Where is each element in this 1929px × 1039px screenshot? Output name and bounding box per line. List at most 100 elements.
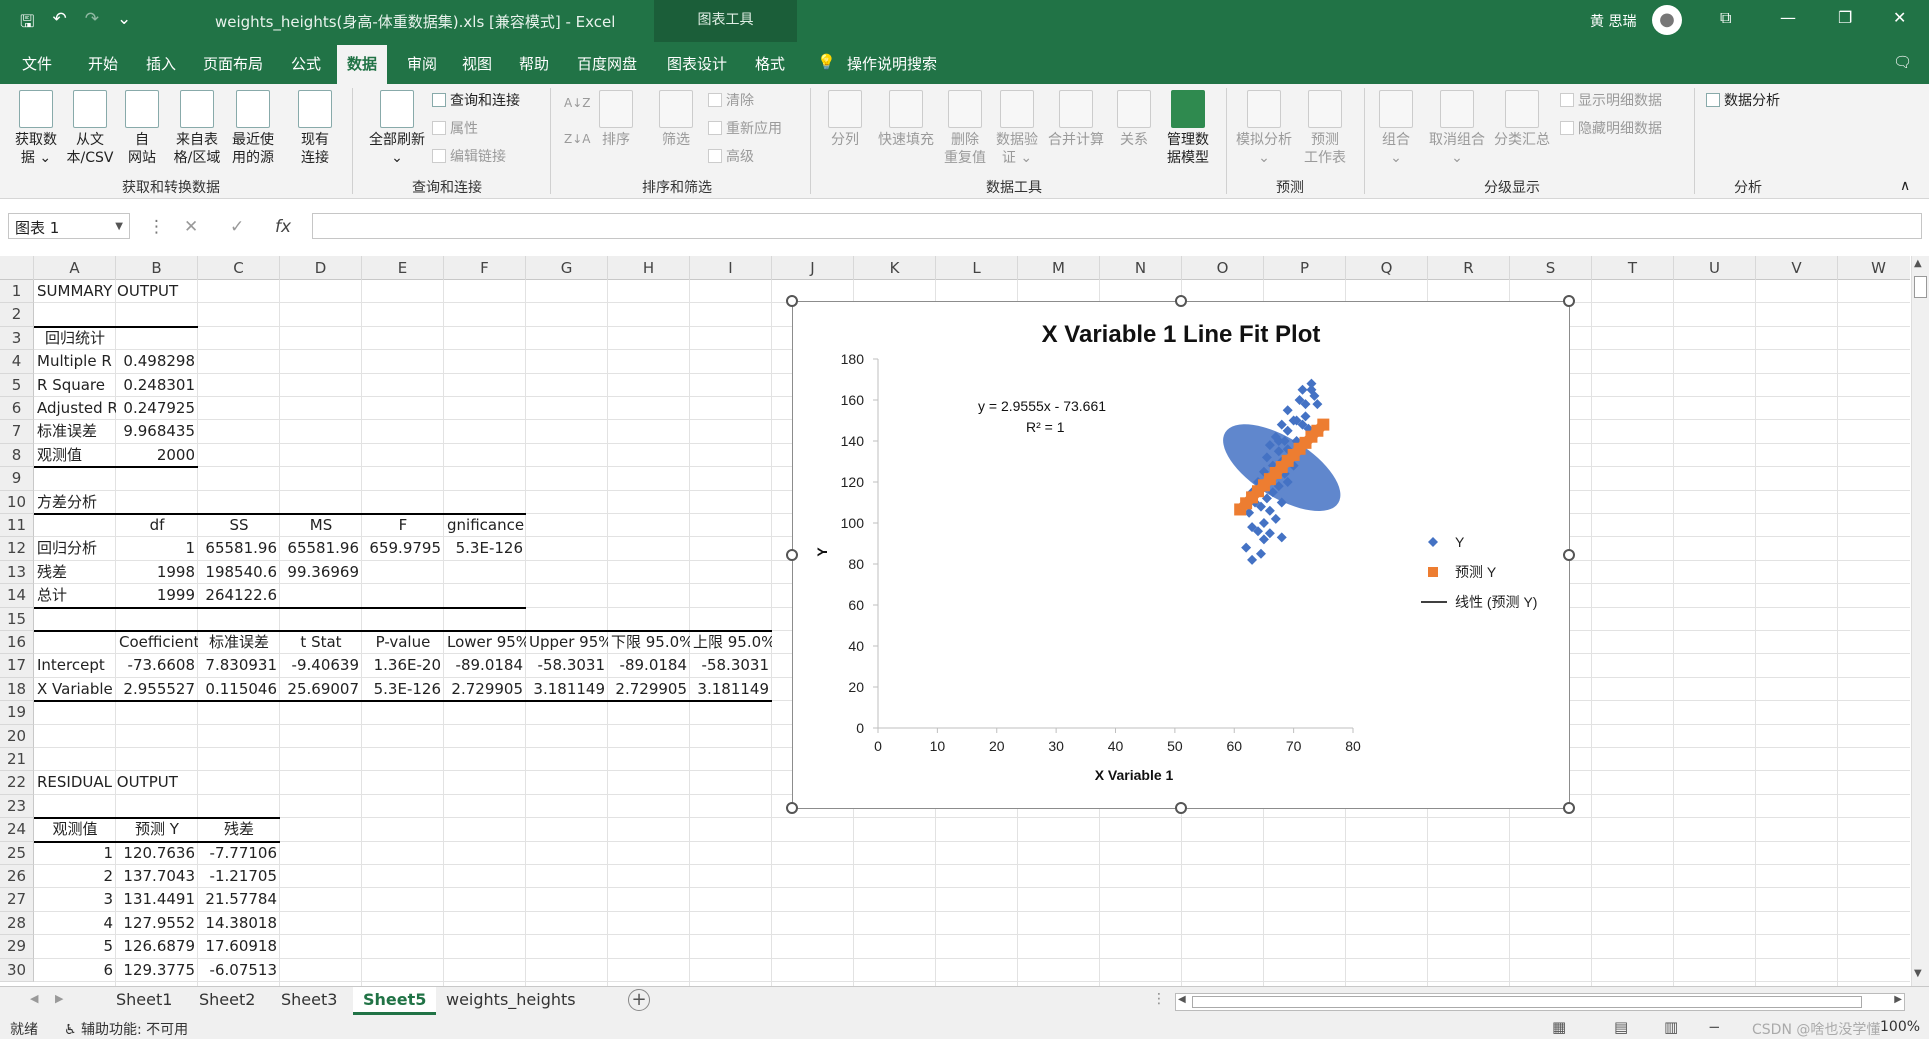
row-header[interactable]: 23	[0, 794, 34, 819]
cell-a22[interactable]: RESIDUAL OUTPUT	[34, 771, 334, 794]
accessibility-status[interactable]: ♿ 辅助功能: 不可用	[64, 1019, 188, 1039]
tab-review[interactable]: 审阅	[407, 53, 437, 74]
resize-handle-bottom-left[interactable]	[786, 802, 798, 814]
sort-descending-button[interactable]: Z↓A	[564, 132, 590, 146]
resize-handle-bottom[interactable]	[1175, 802, 1187, 814]
column-header[interactable]: P	[1264, 256, 1346, 280]
row-header[interactable]: 10	[0, 490, 34, 514]
sheet-tab-sheet1[interactable]: Sheet1	[106, 987, 182, 1015]
refresh-all-button[interactable]: 全部刷新 ⌄	[362, 90, 432, 167]
column-header[interactable]: U	[1674, 256, 1756, 280]
cell-b17[interactable]: -73.6608	[116, 654, 198, 677]
cell-e12[interactable]: 659.9795	[362, 537, 444, 560]
from-table-button[interactable]: 来自表 格/区域	[170, 90, 224, 167]
formula-input[interactable]	[312, 213, 1922, 239]
cell-a17[interactable]: Intercept	[34, 654, 116, 677]
recent-sources-button[interactable]: 最近使 用的源	[226, 90, 280, 167]
page-break-view-icon[interactable]: ▥	[1664, 1018, 1678, 1036]
cell-a13[interactable]: 残差	[34, 561, 116, 584]
filter-button[interactable]: 筛选	[656, 90, 696, 149]
cell-f16[interactable]: Lower 95%	[444, 631, 526, 654]
flash-fill-button[interactable]: 快速填充	[872, 90, 940, 149]
comments-icon[interactable]: 🗨	[1893, 53, 1912, 71]
cell-b30[interactable]: 129.3775	[116, 959, 198, 982]
cell-b8[interactable]: 2000	[116, 444, 198, 467]
row-header[interactable]: 14	[0, 584, 34, 608]
cell-f11[interactable]: gnificance F	[444, 514, 526, 537]
tab-help[interactable]: 帮助	[519, 53, 549, 74]
resize-handle-right[interactable]	[1563, 549, 1575, 561]
cell-b18[interactable]: 2.955527	[116, 678, 198, 701]
name-box[interactable]: 图表 1 ▼	[8, 213, 130, 239]
cell-a1[interactable]: SUMMARY OUTPUT	[34, 280, 334, 303]
column-header[interactable]: V	[1756, 256, 1838, 280]
column-header[interactable]: S	[1510, 256, 1592, 280]
row-header[interactable]: 20	[0, 724, 34, 748]
cell-e18[interactable]: 5.3E-126	[362, 678, 444, 701]
row-header[interactable]: 9	[0, 467, 34, 491]
normal-view-icon[interactable]: ▦	[1552, 1018, 1566, 1036]
cell-a6[interactable]: Adjusted R	[34, 397, 116, 420]
get-data-button[interactable]: 获取数 据 ⌄	[8, 90, 64, 167]
cell-a8[interactable]: 观测值	[34, 444, 116, 467]
ribbon-display-options-icon[interactable]: ⧉	[1720, 8, 1731, 28]
tab-insert[interactable]: 插入	[146, 53, 176, 74]
row-header[interactable]: 4	[0, 350, 34, 374]
row-header[interactable]: 7	[0, 420, 34, 444]
cell-f12[interactable]: 5.3E-126	[444, 537, 526, 560]
horizontal-scrollbar[interactable]: ◀ ▶	[1175, 993, 1905, 1011]
insert-function-icon[interactable]: fx	[275, 217, 291, 237]
column-header[interactable]: B	[116, 256, 198, 280]
cell-a5[interactable]: R Square	[34, 374, 116, 397]
cell-b11[interactable]: df	[116, 514, 198, 537]
row-header[interactable]: 2	[0, 303, 34, 327]
row-header[interactable]: 21	[0, 748, 34, 772]
cell-a10[interactable]: 方差分析	[34, 491, 334, 514]
cancel-icon[interactable]: ✕	[184, 217, 198, 237]
row-header[interactable]: 22	[0, 771, 34, 795]
zoom-level[interactable]: 100%	[1880, 1019, 1920, 1035]
chart-area[interactable]: X Variable 1 Line Fit Plot X Variable 1 …	[792, 301, 1570, 809]
cell-h17[interactable]: -89.0184	[608, 654, 690, 677]
cell-a12[interactable]: 回归分析	[34, 537, 116, 560]
row-header[interactable]: 11	[0, 514, 34, 538]
ungroup-button[interactable]: 取消组合 ⌄	[1424, 90, 1490, 167]
cell-c14[interactable]: 264122.6	[198, 584, 280, 607]
cell-d11[interactable]: MS	[280, 514, 362, 537]
manage-data-model-button[interactable]: 管理数 据模型	[1160, 90, 1216, 167]
cell-g17[interactable]: -58.3031	[526, 654, 608, 677]
cell-b5[interactable]: 0.248301	[116, 374, 198, 397]
row-header[interactable]: 17	[0, 654, 34, 678]
tab-chart-design[interactable]: 图表设计	[667, 53, 727, 74]
select-all-corner[interactable]	[0, 256, 34, 280]
resize-handle-top-left[interactable]	[786, 295, 798, 307]
add-sheet-button[interactable]: +	[628, 989, 650, 1011]
row-header[interactable]: 13	[0, 560, 34, 585]
cell-b28[interactable]: 127.9552	[116, 912, 198, 935]
minimize-button[interactable]: —	[1780, 8, 1796, 27]
data-analysis-button[interactable]: 数据分析	[1706, 90, 1780, 110]
tab-baidu-netdisk[interactable]: 百度网盘	[577, 53, 637, 74]
cell-a3[interactable]: 回归统计	[34, 327, 116, 350]
cell-c18[interactable]: 0.115046	[198, 678, 280, 701]
row-header[interactable]: 24	[0, 818, 34, 842]
from-csv-button[interactable]: 从文 本/CSV	[64, 90, 116, 167]
cell-e16[interactable]: P-value	[362, 631, 444, 654]
cell-c11[interactable]: SS	[198, 514, 280, 537]
cell-b25[interactable]: 120.7636	[116, 842, 198, 865]
cell-c16[interactable]: 标准误差	[198, 631, 280, 654]
from-web-button[interactable]: 自 网站	[118, 90, 166, 167]
row-header[interactable]: 16	[0, 631, 34, 655]
subtotal-button[interactable]: 分类汇总	[1490, 90, 1554, 149]
column-header[interactable]: C	[198, 256, 280, 280]
cell-d13[interactable]: 99.36969	[280, 561, 362, 584]
user-name[interactable]: 黄 思瑞	[1590, 11, 1636, 31]
column-header[interactable]: J	[772, 256, 854, 280]
cell-d18[interactable]: 25.69007	[280, 678, 362, 701]
sort-ascending-button[interactable]: A↓Z	[564, 96, 590, 110]
cell-b14[interactable]: 1999	[116, 584, 198, 607]
row-header[interactable]: 5	[0, 373, 34, 397]
row-header[interactable]: 29	[0, 935, 34, 959]
column-header[interactable]: N	[1100, 256, 1182, 280]
sheet-tab-sheet5[interactable]: Sheet5	[353, 987, 437, 1015]
